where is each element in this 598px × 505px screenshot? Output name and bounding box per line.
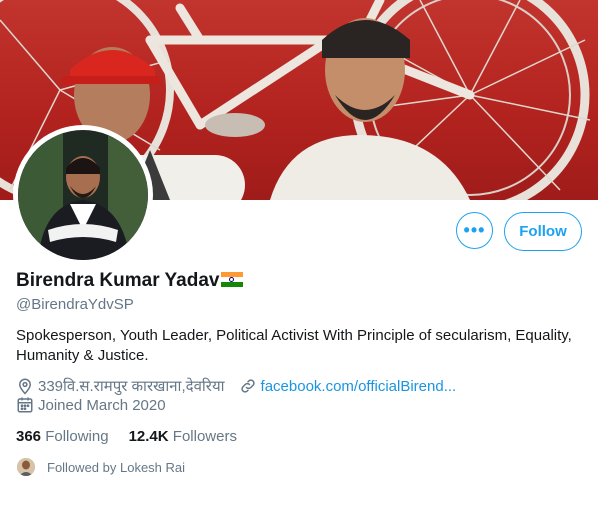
profile-location: 339वि.स.रामपुर कारखाना,देवरिया	[38, 378, 225, 395]
avatar-photo	[18, 130, 148, 260]
followed-by-row[interactable]: Followed by Lokesh Rai	[17, 458, 185, 476]
following-stat[interactable]: 366 Following	[16, 428, 109, 445]
profile-handle: @BirendraYdvSP	[16, 296, 134, 313]
following-count: 366	[16, 428, 42, 445]
more-icon: •••	[463, 220, 486, 240]
followers-stat[interactable]: 12.4K Followers	[129, 428, 237, 445]
follower-avatar	[17, 458, 35, 476]
followers-label: Followers	[172, 428, 237, 445]
profile-stats: 366 Following 12.4K Followers	[16, 428, 257, 445]
profile-avatar[interactable]	[13, 125, 153, 265]
more-button[interactable]: •••	[456, 212, 493, 249]
profile-bio: Spokesperson, Youth Leader, Political Ac…	[16, 327, 572, 364]
profile-website-link[interactable]: facebook.com/officialBirend...	[261, 378, 457, 395]
profile-meta-row: 339वि.स.रामपुर कारखाना,देवरिया facebook.…	[16, 376, 456, 396]
link-icon	[239, 377, 257, 395]
followers-count: 12.4K	[128, 428, 169, 445]
flag-india-icon	[221, 271, 244, 287]
profile-joined-row: Joined March 2020	[16, 396, 166, 414]
following-label: Following	[45, 428, 109, 445]
location-icon	[16, 377, 34, 395]
follow-button[interactable]: Follow	[504, 212, 582, 251]
followed-by-text: Followed by Lokesh Rai	[47, 459, 186, 475]
profile-joined-date: Joined March 2020	[38, 396, 166, 414]
profile-name-row: Birendra Kumar Yadav	[16, 270, 244, 292]
profile-name: Birendra Kumar Yadav	[16, 270, 220, 291]
calendar-icon	[16, 396, 34, 414]
